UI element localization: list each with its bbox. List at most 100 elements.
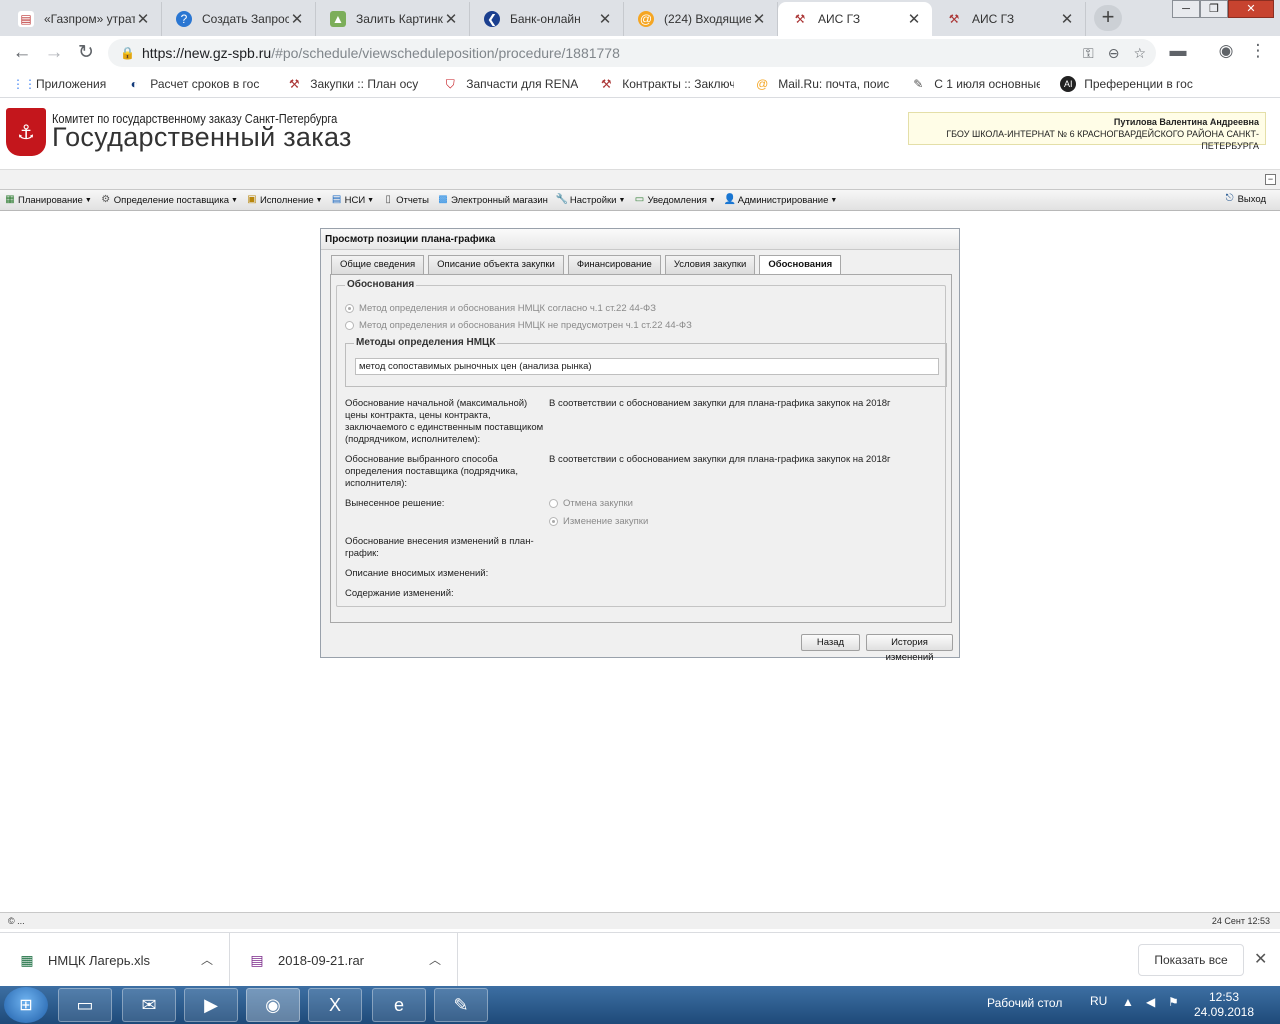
clock[interactable]: 12:53 24.09.2018 (1188, 990, 1260, 1020)
browser-tab-bank[interactable]: ❮ Банк-онлайн ✕ (470, 2, 624, 36)
tab-general[interactable]: Общие сведения (331, 255, 425, 274)
decision-change-radio[interactable]: Изменение закупки (549, 516, 648, 527)
menu-nsi[interactable]: ▤ НСИ ▼ (331, 194, 375, 206)
close-tab-icon[interactable]: ✕ (289, 10, 305, 28)
fieldset-legend: Обоснования (345, 279, 417, 290)
flag-icon[interactable]: ⚑ (1168, 995, 1179, 1009)
browser-tab-ais-gz-active[interactable]: ⚒ АИС ГЗ ✕ (778, 2, 932, 36)
paint-taskbar-icon[interactable]: ✎ (434, 988, 488, 1022)
close-tab-icon[interactable]: ✕ (597, 10, 613, 28)
close-downloads-icon[interactable]: ✕ (1254, 949, 1267, 969)
nmck-method-radio-2[interactable]: Метод определения и обоснования НМЦК не … (345, 320, 692, 331)
tab-object-description[interactable]: Описание объекта закупки (428, 255, 564, 274)
tray-up-arrow-icon[interactable]: ▲ (1122, 995, 1134, 1009)
star-icon[interactable]: ☆ (1133, 39, 1146, 67)
exit-button[interactable]: ⎋ Выход (1224, 193, 1266, 205)
close-tab-icon[interactable]: ✕ (443, 10, 459, 28)
change-history-button[interactable]: История изменений (866, 634, 953, 663)
user-name: Путилова Валентина Андреевна (1113, 117, 1259, 127)
browser-tab-gazprom[interactable]: ▤ «Газпром» утрат ✕ (4, 2, 162, 36)
bookmark-label: Приложения (36, 76, 107, 91)
minimize-icon[interactable]: ─ (1172, 0, 1200, 18)
chevron-up-icon[interactable]: ︿ (201, 951, 213, 968)
new-tab-button[interactable]: + (1094, 5, 1122, 31)
maximize-icon[interactable]: ❐ (1200, 0, 1228, 18)
close-window-icon[interactable]: ✕ (1228, 0, 1274, 18)
explorer-taskbar-icon[interactable]: ▭ (58, 988, 112, 1022)
decision-cancel-radio[interactable]: Отмена закупки (549, 498, 633, 509)
tab-justifications[interactable]: Обоснования (759, 255, 842, 275)
menu-label: Отчеты (396, 194, 429, 206)
browser-tab-ais-gz[interactable]: ⚒ АИС ГЗ ✕ (932, 2, 1086, 36)
menu-notifications[interactable]: ▭ Уведомления ▼ (633, 194, 716, 206)
radio-button[interactable] (549, 517, 558, 526)
radio-button[interactable] (549, 499, 558, 508)
radio-button[interactable] (345, 304, 354, 313)
bookmark-preferences[interactable]: AI Преференции в гос (1060, 75, 1196, 92)
menu-supplier[interactable]: ⚙ Определение поставщика ▼ (100, 194, 238, 206)
menu-execution[interactable]: ▣ Исполнение ▼ (246, 194, 322, 206)
collapse-icon[interactable]: − (1265, 174, 1276, 185)
radio-button[interactable] (345, 321, 354, 330)
dropdown-arrow-icon: ▼ (708, 196, 716, 204)
browser-tab-strip: ▤ «Газпром» утрат ✕ ? Создать Запрос ✕ ▲… (0, 0, 1280, 36)
volume-icon[interactable]: ◀ (1146, 995, 1155, 1009)
browser-tab-upload-image[interactable]: ▲ Залить Картинку ✕ (316, 2, 470, 36)
bookmark-plan[interactable]: ⚒ Закупки :: План осу (286, 76, 422, 92)
bookmark-apps[interactable]: ⋮⋮ Приложения (12, 76, 106, 92)
bookmark-july[interactable]: ✎ С 1 июля основные (910, 76, 1040, 92)
outlook-taskbar-icon[interactable]: ✉ (122, 988, 176, 1022)
start-button[interactable]: ⊞ (4, 987, 48, 1023)
back-button[interactable]: Назад (801, 634, 860, 651)
tab-title: Залить Картинку (356, 12, 443, 26)
menu-admin[interactable]: 👤 Администрирование ▼ (724, 194, 838, 206)
back-arrow-icon[interactable]: ← (9, 41, 35, 65)
menu-planning[interactable]: ▦ Планирование ▼ (4, 194, 92, 206)
zoom-icon[interactable]: ⊖ (1108, 39, 1120, 67)
download-item-xls[interactable]: ▦ НМЦК Лагерь.xls ︿ (0, 933, 230, 987)
change-reason-label: Обоснование внесения изменений в план-гр… (345, 536, 534, 559)
tab-conditions[interactable]: Условия закупки (664, 255, 756, 274)
forward-arrow-icon[interactable]: → (41, 41, 67, 65)
lock-icon: 🔒 (120, 46, 135, 60)
excel-taskbar-icon[interactable]: X (308, 988, 362, 1022)
desktop-toolbar-label[interactable]: Рабочий стол (987, 996, 1062, 1010)
media-player-taskbar-icon[interactable]: ▶ (184, 988, 238, 1022)
url-field[interactable]: 🔒 https://new.gz-spb.ru/#po/schedule/vie… (108, 39, 1156, 67)
extension-icon[interactable]: ▬ (1166, 41, 1190, 61)
nmck-method-radio-1[interactable]: Метод определения и обоснования НМЦК сог… (345, 303, 656, 314)
excel-icon: ▦ (20, 952, 34, 968)
bookmark-deadlines[interactable]: ◐ Расчет сроков в гос (126, 76, 266, 92)
close-tab-icon[interactable]: ✕ (906, 10, 922, 28)
bookmark-label: Запчасти для RENAU (466, 76, 579, 91)
language-indicator[interactable]: RU (1090, 994, 1107, 1008)
browser-tab-create-request[interactable]: ? Создать Запрос ✕ (162, 2, 316, 36)
menu-reports[interactable]: ▯ Отчеты (382, 194, 429, 206)
show-all-downloads-button[interactable]: Показать все (1138, 944, 1244, 976)
reload-icon[interactable]: ↻ (73, 41, 99, 65)
menu-kebab-icon[interactable]: ⋮ (1246, 41, 1270, 61)
bookmark-contracts[interactable]: ⚒ Контракты :: Заключ (598, 76, 734, 92)
close-tab-icon[interactable]: ✕ (1059, 10, 1075, 28)
key-icon[interactable]: ⚿ (1083, 39, 1094, 67)
tab-financing[interactable]: Финансирование (567, 255, 661, 274)
bookmark-renault[interactable]: ⛉ Запчасти для RENAU (442, 76, 579, 92)
dropdown-arrow-icon: ▼ (367, 196, 375, 204)
close-tab-icon[interactable]: ✕ (751, 10, 767, 28)
browser-tab-inbox[interactable]: @ (224) Входящие ✕ (624, 2, 778, 36)
archive-icon: ▤ (250, 952, 264, 968)
account-icon[interactable]: ◉ (1214, 41, 1238, 61)
chevron-up-icon[interactable]: ︿ (429, 951, 441, 968)
menu-settings[interactable]: 🔧 Настройки ▼ (556, 194, 626, 206)
menu-eshop[interactable]: ▩ Электронный магазин (437, 194, 548, 206)
nmck-method-field[interactable]: метод сопоставимых рыночных цен (анализа… (355, 358, 939, 375)
bookmark-label: Контракты :: Заключ (622, 76, 735, 91)
circle-icon: AI (1060, 75, 1077, 92)
chrome-taskbar-icon[interactable]: ◉ (246, 988, 300, 1022)
close-tab-icon[interactable]: ✕ (135, 10, 151, 28)
ie-taskbar-icon[interactable]: e (372, 988, 426, 1022)
decision-label: Вынесенное решение: (345, 498, 445, 509)
bookmark-mailru[interactable]: @ Mail.Ru: почта, поис (754, 76, 890, 92)
download-item-rar[interactable]: ▤ 2018-09-21.rar ︿ (230, 933, 458, 987)
gavel-icon: ⚒ (948, 12, 960, 26)
